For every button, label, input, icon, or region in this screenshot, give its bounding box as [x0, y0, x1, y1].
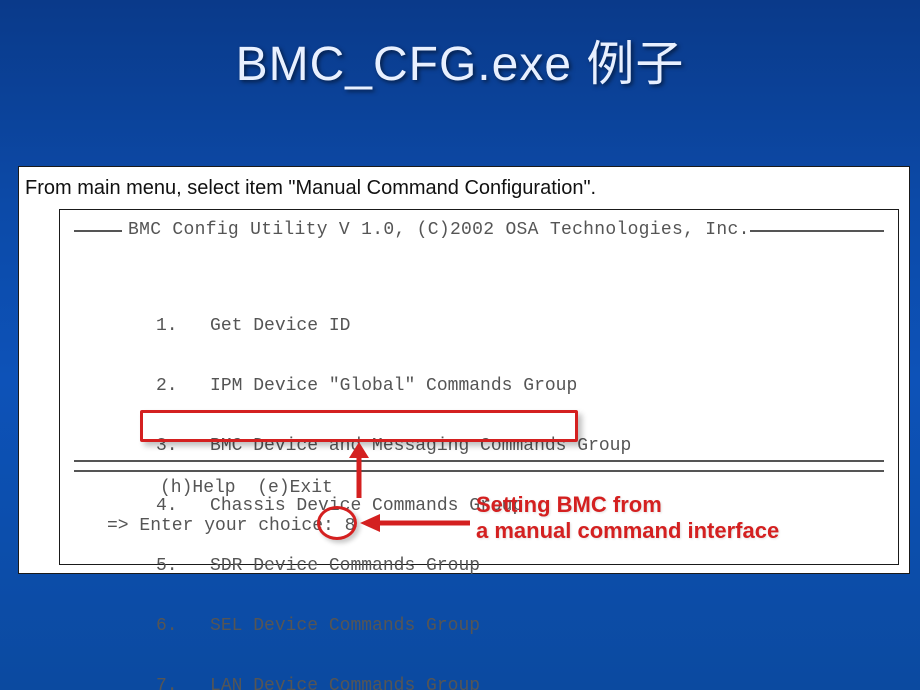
annotation-line2: a manual command interface — [476, 518, 779, 544]
menu-num: 7. — [156, 676, 178, 690]
separator-rule — [74, 460, 884, 472]
caption-rule-right — [750, 230, 884, 232]
menu-label: IPM Device "Global" Commands Group — [210, 376, 577, 396]
instruction-text: From main menu, select item "Manual Comm… — [25, 177, 596, 200]
caption-rule-left — [74, 230, 122, 232]
arrow-left-icon — [360, 510, 470, 536]
menu-num: 2. — [156, 376, 178, 396]
annotation-line1: Setting BMC from — [476, 492, 779, 518]
terminal-panel: BMC Config Utility V 1.0, (C)2002 OSA Te… — [59, 209, 899, 565]
menu-item: 1. Get Device ID — [156, 316, 631, 336]
menu-num: 5. — [156, 556, 178, 576]
terminal-caption: BMC Config Utility V 1.0, (C)2002 OSA Te… — [128, 220, 750, 240]
menu-num: 1. — [156, 316, 178, 336]
menu-item: 6. SEL Device Commands Group — [156, 616, 631, 636]
menu-label: SDR Device Commands Group — [210, 556, 480, 576]
highlight-circle — [317, 506, 357, 540]
help-exit-text: (h)Help (e)Exit — [160, 478, 333, 498]
highlight-rectangle — [140, 410, 578, 442]
content-card: From main menu, select item "Manual Comm… — [18, 166, 910, 574]
menu-num: 6. — [156, 616, 178, 636]
menu-label: SEL Device Commands Group — [210, 616, 480, 636]
annotation-callout: Setting BMC from a manual command interf… — [476, 492, 779, 544]
slide-title: BMC_CFG.exe 例子 — [0, 24, 920, 94]
terminal-caption-bar: BMC Config Utility V 1.0, (C)2002 OSA Te… — [74, 218, 884, 240]
menu-item: 7. LAN Device Commands Group — [156, 676, 631, 690]
menu-num: 4. — [156, 496, 178, 516]
menu-label: Get Device ID — [210, 316, 350, 336]
menu-label: LAN Device Commands Group — [210, 676, 480, 690]
menu-item: 2. IPM Device "Global" Commands Group — [156, 376, 631, 396]
menu-item: 5. SDR Device Commands Group — [156, 556, 631, 576]
arrow-down-icon — [346, 442, 372, 498]
